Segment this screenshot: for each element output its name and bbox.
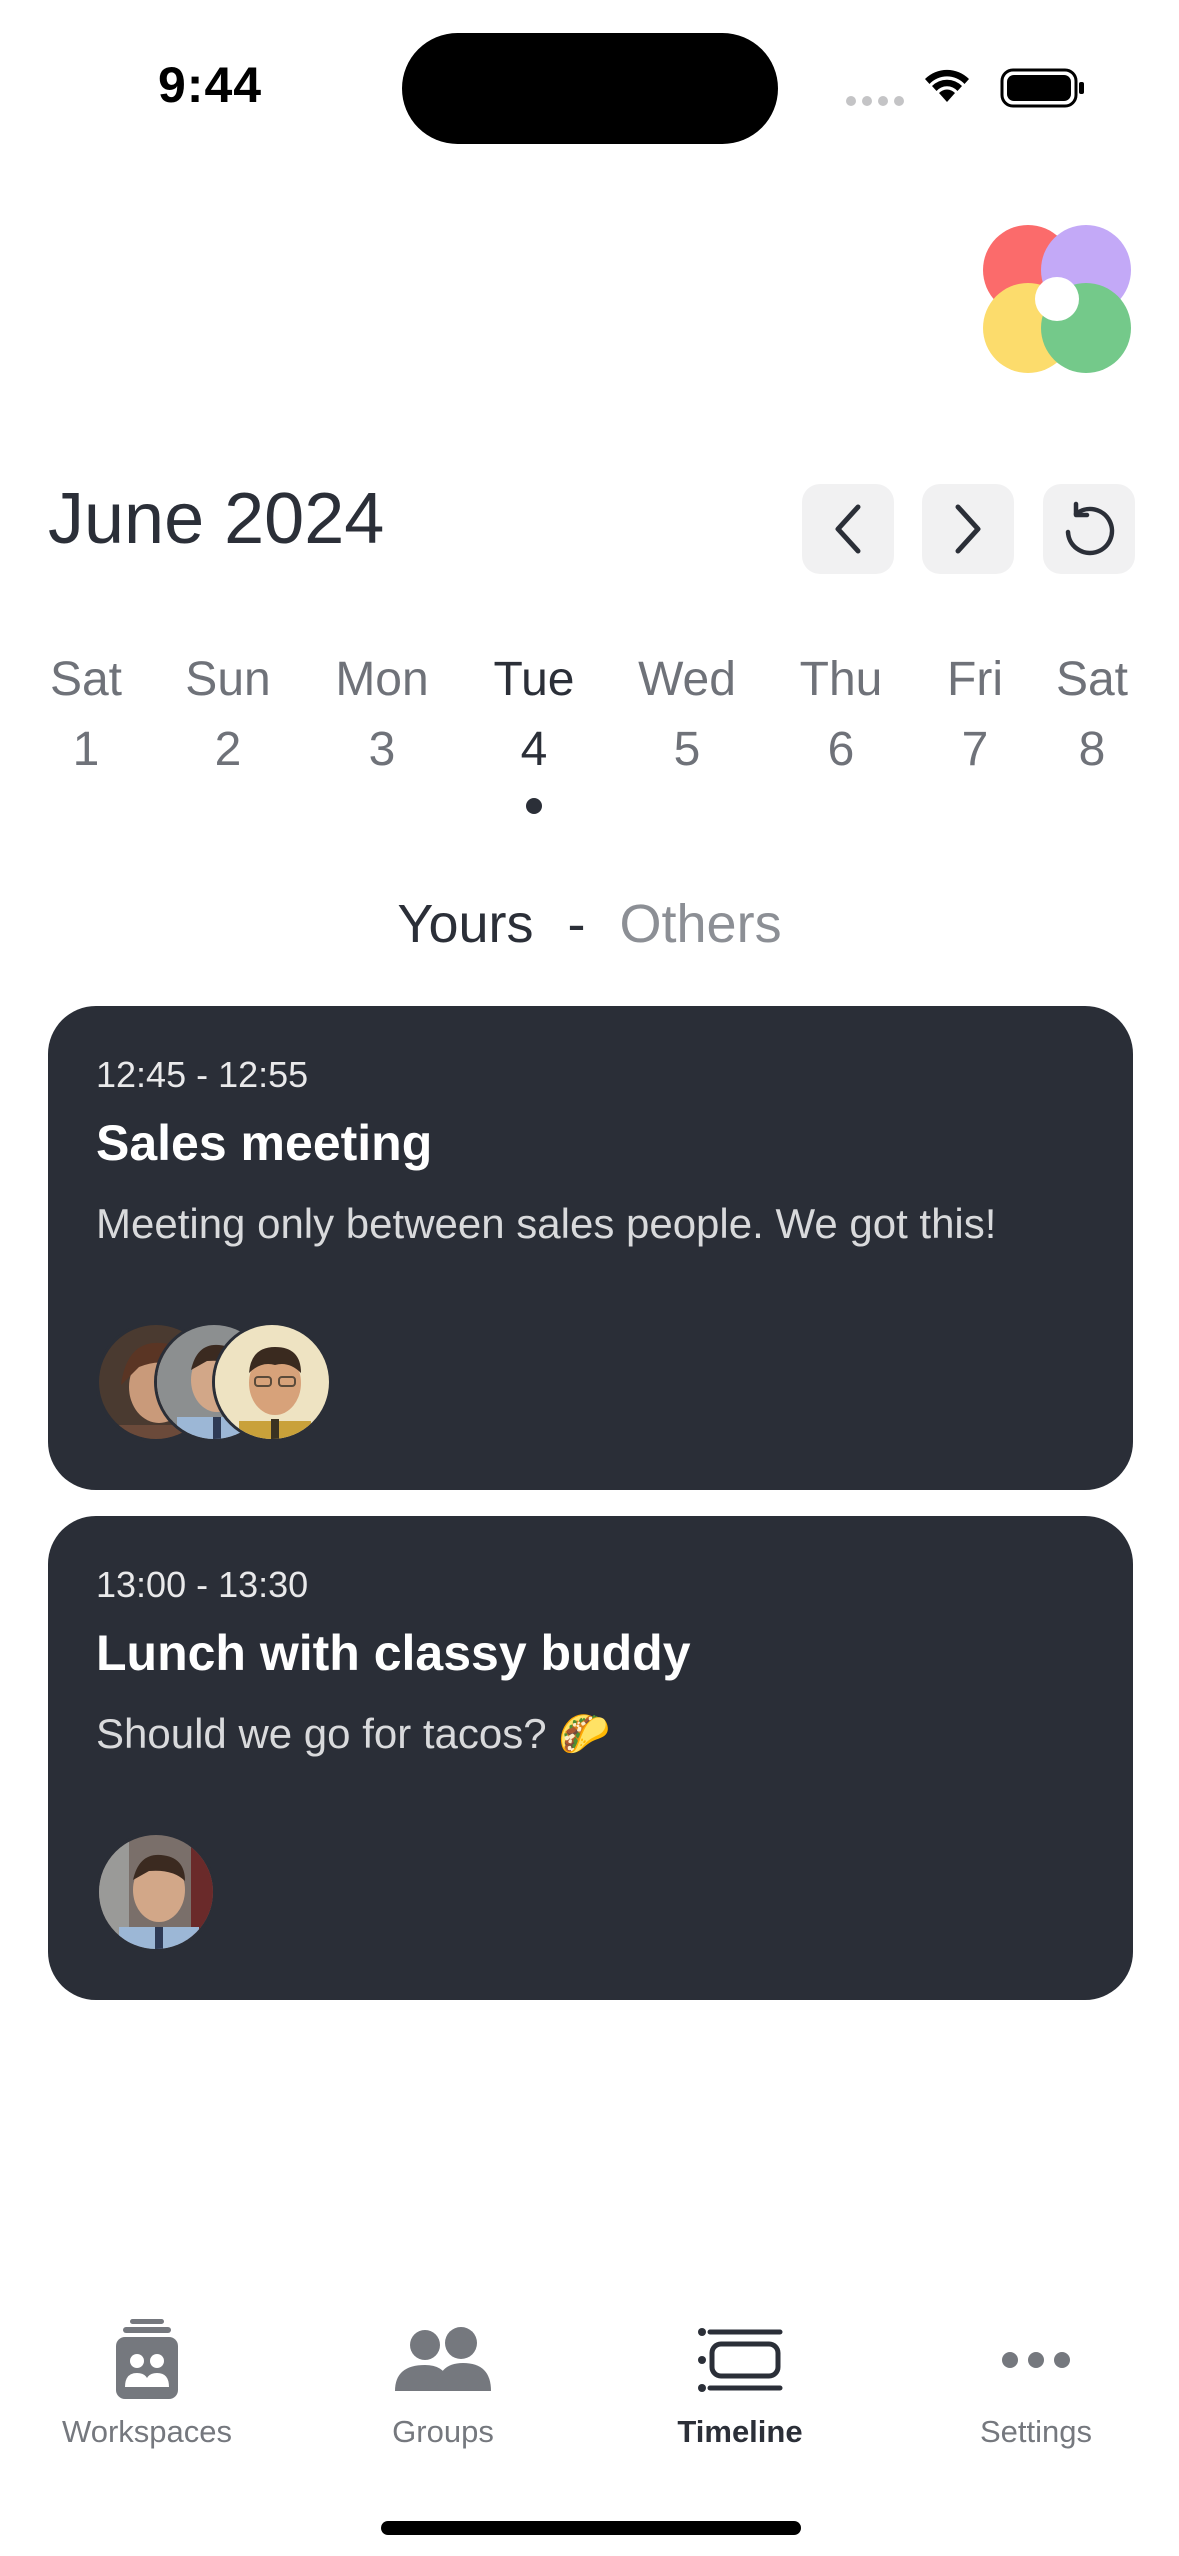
event-card[interactable]: 13:00 - 13:30 Lunch with classy buddy Sh…	[48, 1516, 1133, 2000]
selected-day-indicator	[526, 798, 542, 814]
segment-others[interactable]: Others	[620, 894, 782, 954]
tab-label: Settings	[979, 2414, 1092, 2449]
event-title: Sales meeting	[96, 1115, 433, 1171]
tab-label: Groups	[392, 2414, 494, 2449]
tab-workspaces[interactable]: Workspaces	[17, 2310, 277, 2450]
day-number: 5	[673, 723, 701, 776]
tab-groups[interactable]: Groups	[313, 2310, 573, 2450]
month-title: June 2024	[48, 479, 385, 559]
segment-yours[interactable]: Yours	[397, 894, 533, 954]
day-wed-5[interactable]: Wed 5	[622, 648, 752, 788]
avatar	[212, 1322, 332, 1442]
more-dots-icon	[1002, 2352, 1070, 2368]
segment-separator: -	[567, 894, 586, 954]
day-thu-6[interactable]: Thu 6	[776, 648, 906, 788]
day-sun-2[interactable]: Sun 2	[163, 648, 293, 788]
day-fri-7[interactable]: Fri 7	[910, 648, 1040, 788]
workspaces-icon	[116, 2319, 178, 2399]
day-number: 4	[520, 723, 548, 776]
groups-icon	[395, 2327, 491, 2391]
wifi-icon	[925, 69, 969, 102]
day-name: Mon	[335, 653, 429, 706]
reset-today-button[interactable]	[1043, 484, 1135, 574]
home-indicator	[381, 2521, 801, 2535]
day-number: 3	[368, 723, 396, 776]
event-description: Meeting only between sales people. We go…	[96, 1200, 997, 1247]
day-sat-1[interactable]: Sat 1	[21, 648, 151, 788]
day-number: 8	[1078, 723, 1106, 776]
day-name: Sat	[49, 653, 123, 706]
day-name: Wed	[638, 653, 736, 706]
day-mon-3[interactable]: Mon 3	[317, 648, 447, 788]
status-time: 9:44	[158, 57, 263, 113]
tab-label: Timeline	[677, 2414, 803, 2449]
cellular-signal-icon	[846, 96, 904, 106]
status-bar: 9:44	[0, 0, 1179, 150]
tab-timeline[interactable]: Timeline	[610, 2310, 870, 2450]
day-number: 1	[72, 723, 100, 776]
day-name: Sun	[185, 653, 271, 706]
rotate-ccw-icon	[1065, 501, 1115, 556]
dynamic-island	[402, 33, 778, 144]
event-time: 13:00 - 13:30	[96, 1564, 309, 1605]
day-number: 6	[827, 723, 855, 776]
chevron-left-icon	[835, 504, 861, 554]
app-logo	[983, 225, 1131, 373]
timeline-icon	[698, 2328, 783, 2392]
chevron-right-icon	[955, 504, 981, 554]
event-time: 12:45 - 12:55	[96, 1054, 309, 1095]
day-sat-8[interactable]: Sat 8	[1037, 648, 1147, 788]
avatar	[96, 1832, 216, 1952]
event-description: Should we go for tacos? 🌮	[96, 1710, 611, 1757]
event-title: Lunch with classy buddy	[96, 1625, 691, 1681]
day-name: Tue	[493, 653, 575, 706]
day-name: Fri	[947, 653, 1003, 706]
yours-others-toggle: Yours - Others	[0, 893, 1179, 955]
next-week-button[interactable]	[922, 484, 1014, 574]
day-name: Thu	[799, 653, 883, 706]
tab-bar: Workspaces Groups Timeline Settings	[0, 2310, 1179, 2480]
battery-icon	[1000, 68, 1084, 108]
event-card[interactable]: 12:45 - 12:55 Sales meeting Meeting only…	[48, 1006, 1133, 1490]
day-number: 7	[961, 723, 989, 776]
tab-label: Workspaces	[62, 2414, 232, 2449]
day-number: 2	[214, 723, 242, 776]
day-tue-4[interactable]: Tue 4	[469, 648, 599, 788]
previous-week-button[interactable]	[802, 484, 894, 574]
day-name: Sat	[1055, 653, 1129, 706]
tab-settings[interactable]: Settings	[906, 2310, 1166, 2450]
